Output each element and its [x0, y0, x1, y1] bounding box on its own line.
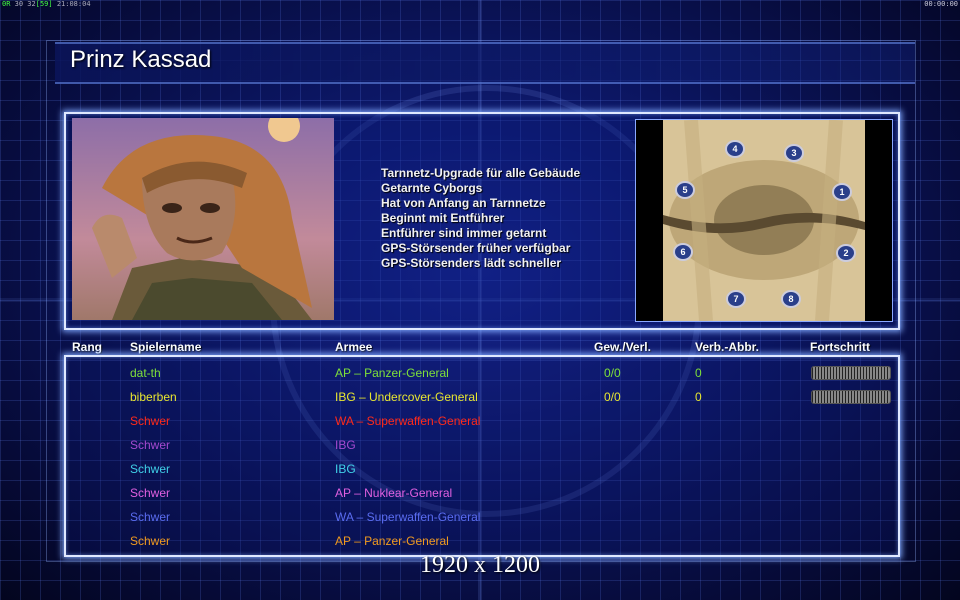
- feature-item: Hat von Anfang an Tarnnetze: [381, 196, 546, 210]
- player-name: Schwer: [130, 510, 171, 524]
- map-preview: 1 2 3 4 5 6 7 8: [635, 119, 893, 322]
- header-army: Armee: [335, 340, 373, 354]
- player-army[interactable]: WA – Superwaffen-General: [335, 510, 480, 524]
- feature-item: Entführer sind immer getarnt: [381, 226, 547, 240]
- header-progress: Fortschritt: [810, 340, 870, 354]
- player-name: biberben: [130, 390, 177, 404]
- player-army[interactable]: IBG: [335, 438, 356, 452]
- table-row[interactable]: Schwer IBG: [0, 435, 960, 455]
- header-player: Spielername: [130, 340, 202, 354]
- map-slot-8[interactable]: 8: [781, 290, 801, 308]
- hud-stats: 0R 30 32[59] 21:08:04: [2, 0, 91, 8]
- table-row[interactable]: Schwer AP – Nuklear-General: [0, 483, 960, 503]
- table-row[interactable]: Schwer IBG: [0, 459, 960, 479]
- player-name: Schwer: [130, 486, 171, 500]
- general-features-list: Tarnnetz-Upgrade für alle Gebäude Getarn…: [381, 166, 580, 271]
- player-army[interactable]: IBG: [335, 462, 356, 476]
- feature-item: Tarnnetz-Upgrade für alle Gebäude: [381, 166, 581, 180]
- hud-stats-text: 30 32: [14, 0, 36, 8]
- table-row[interactable]: Schwer AP – Panzer-General: [0, 531, 960, 551]
- progress-bar: [811, 366, 891, 380]
- player-name: Schwer: [130, 462, 171, 476]
- hud-fps: [59]: [35, 0, 53, 8]
- player-army[interactable]: AP – Nuklear-General: [335, 486, 452, 500]
- hud-prefix: 0R: [2, 0, 11, 8]
- player-army[interactable]: AP – Panzer-General: [335, 366, 449, 380]
- table-row[interactable]: dat-th AP – Panzer-General 0/0 0: [0, 363, 960, 383]
- player-disconnects: 0: [695, 366, 702, 380]
- feature-item: Beginnt mit Entführer: [381, 211, 505, 225]
- table-row[interactable]: biberben IBG – Undercover-General 0/0 0: [0, 387, 960, 407]
- map-slot-5[interactable]: 5: [675, 181, 695, 199]
- player-name: dat-th: [130, 366, 161, 380]
- header-rank: Rang: [72, 340, 102, 354]
- feature-item: Getarnte Cyborgs: [381, 181, 483, 195]
- player-name: Schwer: [130, 534, 171, 548]
- hud-timer: 00:00:00: [924, 0, 958, 8]
- feature-item: GPS-Störsender früher verfügbar: [381, 241, 571, 255]
- player-army[interactable]: WA – Superwaffen-General: [335, 414, 480, 428]
- hud-clock: 21:08:04: [56, 0, 91, 8]
- resolution-label: 1920 x 1200: [420, 552, 540, 578]
- table-row[interactable]: Schwer WA – Superwaffen-General: [0, 411, 960, 431]
- header-winloss: Gew./Verl.: [594, 340, 651, 354]
- player-name: Schwer: [130, 414, 171, 428]
- player-winloss: 0/0: [604, 390, 621, 404]
- map-slot-4[interactable]: 4: [725, 140, 745, 158]
- player-disconnects: 0: [695, 390, 702, 404]
- player-army[interactable]: IBG – Undercover-General: [335, 390, 478, 404]
- progress-bar: [811, 390, 891, 404]
- map-slot-6[interactable]: 6: [673, 243, 693, 261]
- map-slot-2[interactable]: 2: [836, 244, 856, 262]
- player-winloss: 0/0: [604, 366, 621, 380]
- player-name: Schwer: [130, 438, 171, 452]
- header-disconnects: Verb.-Abbr.: [695, 340, 760, 354]
- feature-item: GPS-Störsenders lädt schneller: [381, 256, 562, 270]
- map-slot-7[interactable]: 7: [726, 290, 746, 308]
- page-title: Prinz Kassad: [70, 46, 212, 73]
- table-row[interactable]: Schwer WA – Superwaffen-General: [0, 507, 960, 527]
- general-portrait: [72, 118, 334, 320]
- map-slot-3[interactable]: 3: [784, 144, 804, 162]
- player-army[interactable]: AP – Panzer-General: [335, 534, 449, 548]
- map-slot-1[interactable]: 1: [832, 183, 852, 201]
